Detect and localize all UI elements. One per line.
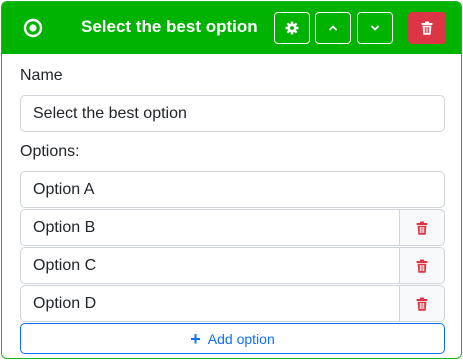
settings-button[interactable]: [274, 12, 310, 44]
option-row: [20, 247, 445, 284]
plus-icon: +: [190, 328, 201, 349]
move-down-button[interactable]: [357, 12, 393, 44]
remove-option-c-button[interactable]: [399, 247, 445, 284]
chevron-up-icon: [329, 25, 337, 31]
trash-icon: [416, 259, 428, 273]
options-label: Options:: [20, 143, 80, 160]
trash-icon: [421, 21, 433, 35]
question-title: Select the best option: [81, 17, 258, 36]
remove-option-d-button[interactable]: [399, 285, 445, 322]
question-card: Select the best option Name Select the b…: [1, 1, 462, 359]
move-up-button[interactable]: [315, 12, 351, 44]
option-b-input[interactable]: [20, 209, 399, 246]
radio-icon: [23, 18, 43, 38]
add-option-button[interactable]: + Add option: [20, 323, 445, 354]
remove-option-b-button[interactable]: [399, 209, 445, 246]
option-d-input[interactable]: [20, 285, 399, 322]
question-header: Select the best option: [2, 2, 461, 54]
option-row: [20, 285, 445, 322]
option-c-input[interactable]: [20, 247, 399, 284]
gear-icon: [285, 21, 299, 35]
option-a-input[interactable]: [20, 171, 445, 208]
delete-question-button[interactable]: [408, 12, 446, 44]
option-row: [20, 209, 445, 246]
name-label: Name: [20, 67, 63, 84]
trash-icon: [416, 221, 428, 235]
trash-icon: [416, 297, 428, 311]
add-option-label: Add option: [207, 330, 275, 347]
chevron-down-icon: [371, 25, 379, 31]
name-input[interactable]: [20, 95, 445, 132]
